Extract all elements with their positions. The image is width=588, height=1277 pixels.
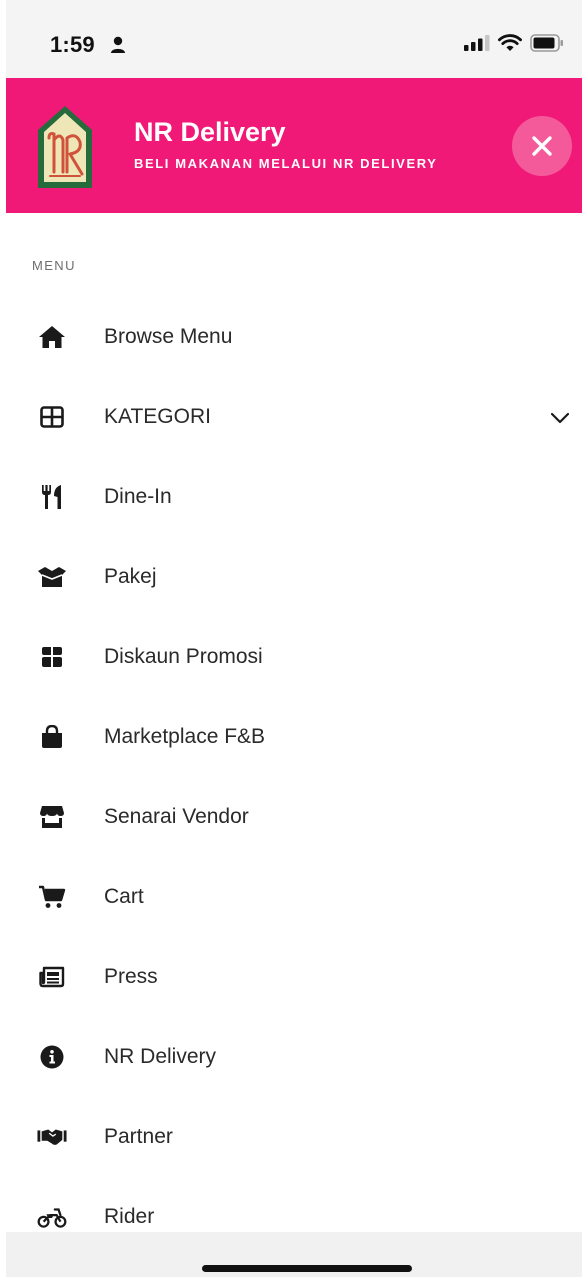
gift-icon xyxy=(37,644,67,670)
brand-subtitle: BELI MAKANAN MELALUI NR DELIVERY xyxy=(134,156,438,171)
menu-item-label: Rider xyxy=(104,1205,155,1228)
menu-item-dine-in[interactable]: Dine-In xyxy=(0,457,588,537)
menu-item-label: Marketplace F&B xyxy=(104,725,266,748)
status-time: 1:59 xyxy=(50,32,95,57)
status-icons xyxy=(464,34,564,57)
handshake-icon xyxy=(37,1124,67,1150)
menu-item-label: Senarai Vendor xyxy=(104,805,249,828)
grid-icon xyxy=(37,404,67,430)
box-open-icon xyxy=(37,564,67,590)
cart-icon xyxy=(37,884,67,910)
menu-item-label: Cart xyxy=(104,885,144,908)
bottom-bar xyxy=(6,1232,582,1277)
menu-item-browse-menu[interactable]: Browse Menu xyxy=(0,297,588,377)
shopping-bag-icon xyxy=(37,724,67,750)
chevron-down-icon[interactable] xyxy=(550,411,570,424)
menu-item-senarai-vendor[interactable]: Senarai Vendor xyxy=(0,777,588,857)
close-menu-button[interactable] xyxy=(512,116,572,176)
menu-item-partner[interactable]: Partner xyxy=(0,1097,588,1177)
newspaper-icon xyxy=(37,964,67,990)
menu-item-pakej[interactable]: Pakej xyxy=(0,537,588,617)
motorcycle-icon xyxy=(37,1204,67,1230)
menu-item-label: Browse Menu xyxy=(104,325,233,348)
menu-item-diskaun-promosi[interactable]: Diskaun Promosi xyxy=(0,617,588,697)
home-icon xyxy=(37,324,67,350)
nr-delivery-logo xyxy=(30,104,100,190)
brand-title: NR Delivery xyxy=(134,117,286,147)
menu-item-label: KATEGORI xyxy=(104,405,211,428)
menu-section-label: MENU xyxy=(32,258,76,273)
store-icon xyxy=(37,804,67,830)
menu-item-label: Pakej xyxy=(104,565,157,588)
menu-item-press[interactable]: Press xyxy=(0,937,588,1017)
wifi-icon xyxy=(498,34,522,57)
home-indicator[interactable] xyxy=(202,1265,412,1272)
menu-drawer-screen: 1:59 NR Delivery BELI MAKANAN MELALUI NR… xyxy=(0,0,588,1277)
app-header: NR Delivery BELI MAKANAN MELALUI NR DELI… xyxy=(6,78,582,213)
close-icon xyxy=(532,136,552,156)
menu-item-label: Dine-In xyxy=(104,485,172,508)
menu-item-label: Diskaun Promosi xyxy=(104,645,263,668)
menu-item-nr-delivery[interactable]: NR Delivery xyxy=(0,1017,588,1097)
menu-item-kategori[interactable]: KATEGORI xyxy=(0,377,588,457)
utensils-icon xyxy=(37,484,67,510)
person-icon xyxy=(110,36,126,54)
menu-item-label: NR Delivery xyxy=(104,1045,217,1068)
menu-item-marketplace[interactable]: Marketplace F&B xyxy=(0,697,588,777)
menu-item-cart[interactable]: Cart xyxy=(0,857,588,937)
signal-icon xyxy=(464,35,490,56)
battery-icon xyxy=(530,34,564,57)
menu-item-label: Press xyxy=(104,965,158,988)
menu-item-label: Partner xyxy=(104,1125,173,1148)
status-bar: 1:59 xyxy=(6,0,582,78)
info-circle-icon xyxy=(37,1044,67,1070)
menu-list: Browse Menu KATEGORI Dine-In Pakej Diska… xyxy=(0,297,588,1257)
